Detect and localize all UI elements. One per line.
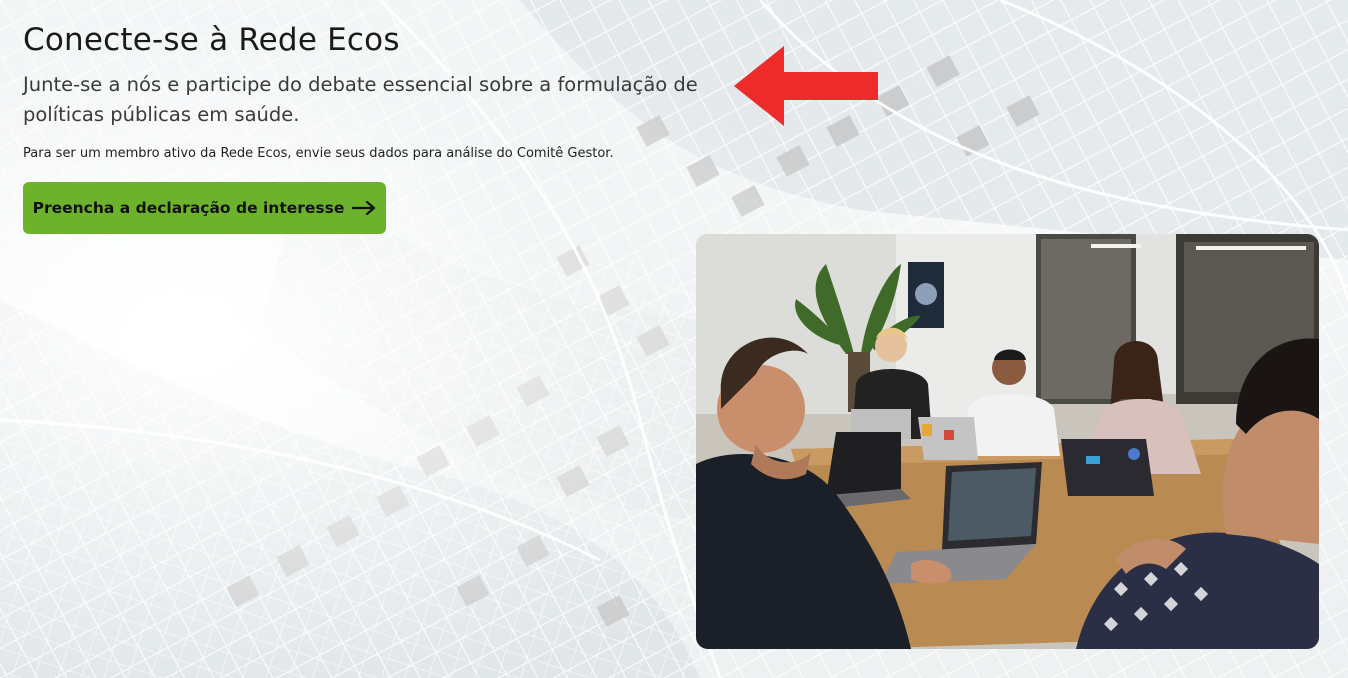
hero-subtitle: Junte-se a nós e participe do debate ess…	[23, 73, 698, 126]
meeting-illustration	[696, 234, 1319, 649]
team-meeting-photo	[696, 234, 1319, 649]
page-title: Conecte-se à Rede Ecos	[23, 22, 400, 58]
red-arrow-left-icon	[732, 44, 880, 132]
membership-note: Para ser um membro ativo da Rede Ecos, e…	[23, 146, 614, 161]
arrow-right-icon	[352, 201, 376, 215]
declaration-of-interest-button[interactable]: Preencha a declaração de interesse	[23, 182, 386, 234]
cta-button-label: Preencha a declaração de interesse	[32, 199, 345, 217]
